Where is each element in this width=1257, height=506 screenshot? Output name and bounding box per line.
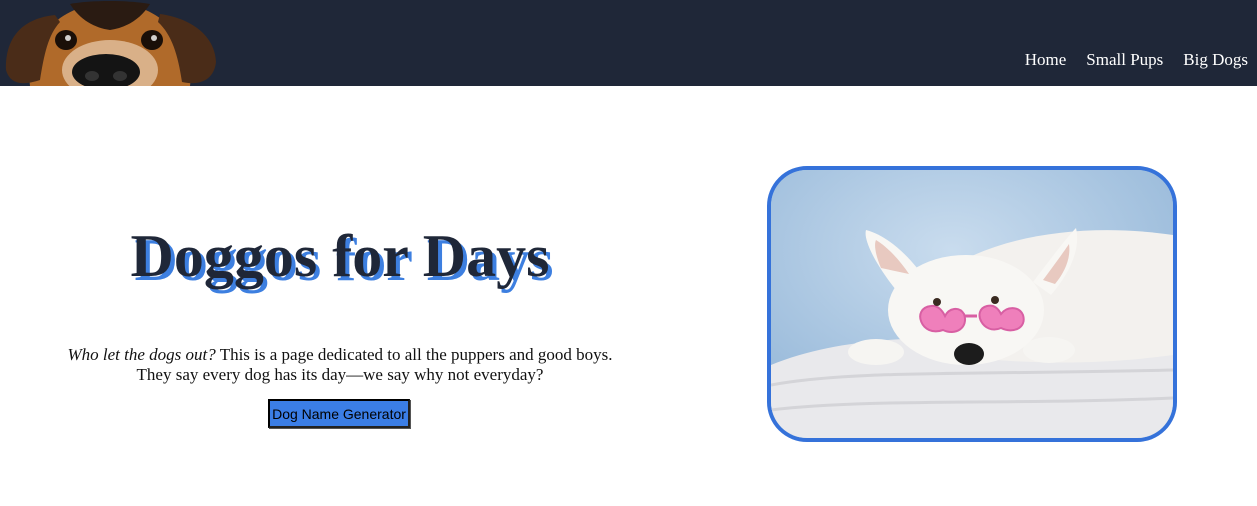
- nav-link-big-dogs[interactable]: Big Dogs: [1183, 50, 1248, 70]
- tagline-emphasis: Who let the dogs out?: [67, 345, 216, 364]
- dog-name-generator-button[interactable]: Dog Name Generator: [268, 399, 410, 428]
- white-dog-with-heart-glasses-photo: [771, 170, 1173, 438]
- nav-link-home[interactable]: Home: [1025, 50, 1067, 70]
- hero-tagline: Who let the dogs out? This is a page ded…: [0, 345, 680, 385]
- tagline-line1: This is a page dedicated to all the pupp…: [215, 345, 613, 364]
- nav-link-small-pups[interactable]: Small Pups: [1086, 50, 1163, 70]
- main-nav: Home Small Pups Big Dogs: [1015, 50, 1257, 70]
- page-title: Doggos for Days: [130, 223, 550, 289]
- hero-photo: [767, 166, 1177, 442]
- dog-peeking-icon[interactable]: [0, 0, 220, 86]
- tagline-line2: They say every dog has its day—we say wh…: [136, 365, 544, 384]
- site-header: Home Small Pups Big Dogs: [0, 0, 1257, 86]
